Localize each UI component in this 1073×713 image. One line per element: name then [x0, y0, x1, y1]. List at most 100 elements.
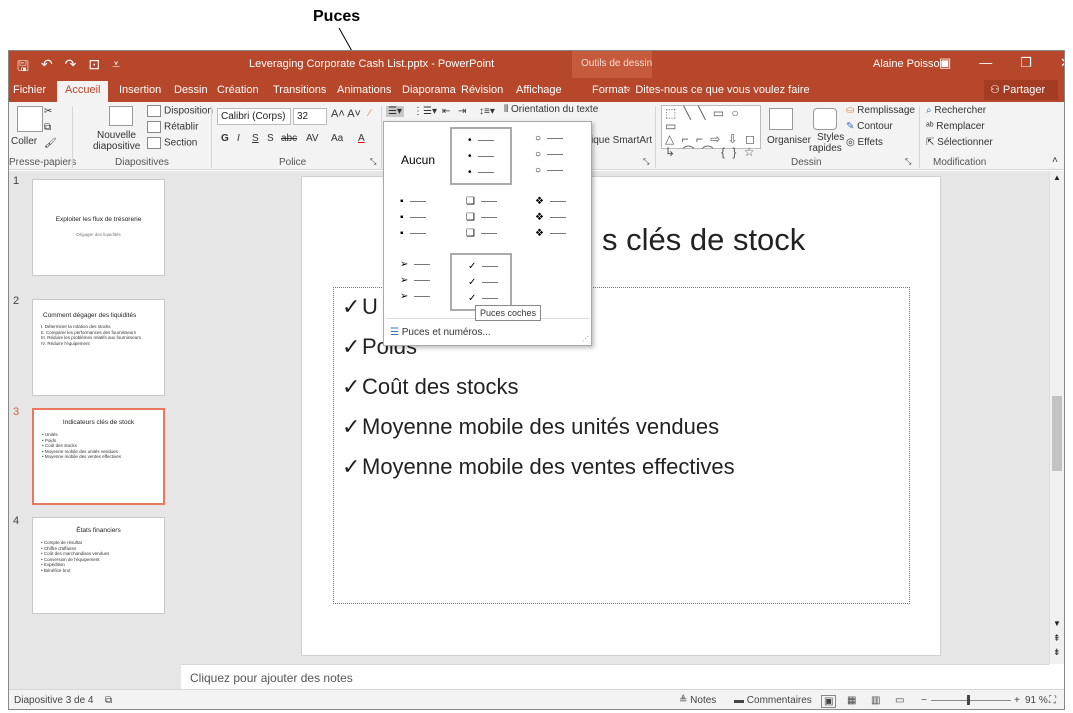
scroll-down-icon[interactable]: ▼ — [1053, 619, 1061, 628]
restore-icon[interactable]: ❐ — [1020, 55, 1032, 71]
arrange-label[interactable]: Organiser — [767, 135, 811, 146]
tab-animations[interactable]: Animations — [337, 84, 391, 96]
shape-fill-button[interactable]: ⛀ Remplissage — [846, 105, 915, 116]
save-icon[interactable]: 🖫 — [17, 56, 29, 80]
shapes-gallery[interactable]: ⬚ ╲ ╲ ▭ ○ ▭ △ ⌐ ⌐ ⇨ ⇩ ◻ ↳ ⌒ ⌒ { } ☆ — [661, 105, 761, 159]
user-name[interactable]: Alaine Poisson — [873, 58, 946, 70]
tab-view[interactable]: Affichage — [516, 84, 562, 96]
zoom-slider[interactable] — [931, 700, 1011, 701]
slide-sorter-icon[interactable]: ▦ — [847, 695, 856, 706]
copy-icon[interactable]: ⧉ — [44, 122, 51, 133]
tell-me-box[interactable]: ♀ Dites-nous ce que vous voulez faire — [624, 84, 810, 96]
tab-insert[interactable]: Insertion — [119, 84, 161, 96]
slideshow-view-icon[interactable]: ▭ — [895, 695, 904, 706]
tab-review[interactable]: Révision — [461, 84, 503, 96]
select-button[interactable]: ⇱ Sélectionner — [926, 137, 993, 148]
clear-format-icon[interactable]: ⁄ — [369, 108, 371, 119]
collapse-ribbon-icon[interactable]: ˄ — [1052, 155, 1058, 166]
bullet-diamond-option[interactable]: ❖ ❖ ❖ — [519, 190, 581, 248]
previous-slide-icon[interactable]: ⇞ — [1053, 633, 1061, 644]
shape-effects-button[interactable]: ◎ Effets — [846, 137, 883, 148]
tab-slideshow[interactable]: Diaporama — [402, 84, 456, 96]
new-slide-label-2[interactable]: diapositive — [93, 141, 140, 152]
strikethrough-button[interactable]: abc — [281, 133, 297, 144]
line-spacing-icon[interactable]: ↕≡▾ — [479, 106, 495, 117]
change-case-button[interactable]: Aa — [331, 133, 343, 144]
arrange-icon[interactable] — [769, 108, 793, 130]
shape-outline-button[interactable]: ✎ Contour — [846, 121, 893, 132]
increase-indent-icon[interactable]: ⇥ — [458, 106, 466, 117]
quick-styles-icon[interactable] — [813, 108, 837, 130]
replace-button[interactable]: ᵃᵇ Remplacer — [926, 121, 985, 132]
slide-bullet[interactable]: ✓Moyenne mobile des ventes effectives — [342, 454, 735, 480]
font-dialog-launcher-icon[interactable]: ⤡ — [370, 157, 376, 167]
bullets-numbering-link[interactable]: ☰ Puces et numéros... — [390, 327, 491, 338]
normal-view-icon[interactable]: ▣ — [821, 695, 837, 708]
decrease-indent-icon[interactable]: ⇤ — [442, 106, 450, 117]
new-slide-label-1[interactable]: Nouvelle — [97, 130, 136, 141]
bold-button[interactable]: G — [221, 133, 229, 144]
cut-icon[interactable]: ✂ — [44, 106, 52, 117]
find-button[interactable]: ⌕ Rechercher — [926, 105, 986, 116]
spell-check-icon[interactable]: ⧉ — [105, 695, 112, 706]
paste-label[interactable]: Coller — [11, 136, 37, 147]
redo-icon[interactable]: ↷ — [65, 56, 77, 80]
close-icon[interactable]: ✕ — [1060, 55, 1064, 71]
fit-to-window-icon[interactable]: ⛶ — [1049, 695, 1056, 706]
slide-thumbnail-2[interactable]: Comment dégager des liquidités I. Déterm… — [32, 299, 165, 396]
italic-button[interactable]: I — [237, 133, 240, 144]
font-size-select[interactable]: 32 — [293, 108, 327, 125]
scroll-up-icon[interactable]: ▲ — [1053, 173, 1061, 182]
font-name-select[interactable]: Calibri (Corps) — [217, 108, 291, 125]
vertical-scrollbar[interactable]: ▲ ▼ ⇞ ⇟ — [1049, 171, 1064, 664]
zoom-in-icon[interactable]: + — [1014, 695, 1020, 706]
new-slide-icon[interactable] — [109, 106, 133, 126]
drawing-dialog-launcher-icon[interactable]: ⤡ — [905, 157, 911, 167]
format-painter-icon[interactable]: 🖌 — [44, 138, 57, 149]
ribbon-display-options-icon[interactable]: ▣ — [939, 55, 951, 71]
slide-bullet[interactable]: ✓U — [342, 294, 378, 320]
bullet-filled-square-option[interactable]: ▪ ▪ ▪ — [384, 190, 446, 248]
bullets-button[interactable]: ☰▾ — [386, 106, 404, 117]
slide-bullet[interactable]: ✓Coût des stocks — [342, 374, 519, 400]
tab-design[interactable]: Création — [217, 84, 259, 96]
text-direction-button[interactable]: ⫴ Orientation du texte — [504, 104, 598, 115]
bullet-hollow-option[interactable]: ○ ○ ○ — [519, 127, 581, 185]
bullet-none-option[interactable]: Aucun — [401, 153, 435, 167]
notes-toggle[interactable]: ≜ Notes — [679, 695, 716, 706]
bullet-small-dot-option[interactable]: • • • — [450, 127, 512, 185]
tab-transitions[interactable]: Transitions — [273, 84, 326, 96]
quick-styles-label-2[interactable]: rapides — [809, 143, 842, 154]
paste-icon[interactable] — [17, 106, 43, 132]
grow-font-icon[interactable]: A˄ A˅ — [331, 108, 361, 120]
customize-qat-icon[interactable]: ⩡ — [112, 56, 120, 80]
scroll-thumb[interactable] — [1052, 396, 1062, 471]
bullet-hollow-square-option[interactable]: ❑ ❑ ❑ — [450, 190, 512, 248]
reading-view-icon[interactable]: ▥ — [871, 695, 880, 706]
start-slideshow-icon[interactable]: ⊡ — [88, 56, 100, 80]
char-spacing-icon[interactable]: AV — [306, 133, 319, 144]
slide-title[interactable]: s clés de stock — [602, 222, 805, 258]
paragraph-dialog-launcher-icon[interactable]: ⤡ — [643, 157, 649, 167]
slide-bullet[interactable]: ✓Moyenne mobile des unités vendues — [342, 414, 719, 440]
numbering-icon[interactable]: ⋮☰▾ — [413, 106, 437, 117]
zoom-slider-handle[interactable] — [967, 695, 970, 705]
underline-button[interactable]: S — [252, 133, 259, 144]
next-slide-icon[interactable]: ⇟ — [1053, 647, 1061, 658]
tab-home[interactable]: Accueil — [57, 81, 109, 102]
layout-button[interactable]: Disposition — [147, 105, 213, 117]
minimize-icon[interactable]: — — [979, 55, 992, 71]
resize-grip-icon[interactable]: ⋰ — [582, 335, 589, 343]
zoom-level[interactable]: 91 % — [1025, 695, 1048, 706]
slide-thumbnail-3[interactable]: Indicateurs clés de stock • Unités • Poi… — [32, 408, 165, 505]
tab-draw[interactable]: Dessin — [174, 84, 208, 96]
comments-toggle[interactable]: ▬ Commentaires — [734, 695, 812, 706]
bullet-check-option[interactable]: ✓ ✓ ✓ — [450, 253, 512, 311]
slide-thumbnail-1[interactable]: Exploiter les flux de trésorerie Dégager… — [32, 179, 165, 276]
slide-thumbnail-4[interactable]: États financiers • Compte de résultat • … — [32, 517, 165, 614]
quick-styles-label-1[interactable]: Styles — [817, 132, 844, 143]
tab-format[interactable]: Format — [592, 84, 627, 96]
tab-file[interactable]: Fichier — [13, 84, 46, 96]
section-button[interactable]: Section — [147, 137, 197, 149]
shadow-button[interactable]: S — [267, 133, 274, 144]
